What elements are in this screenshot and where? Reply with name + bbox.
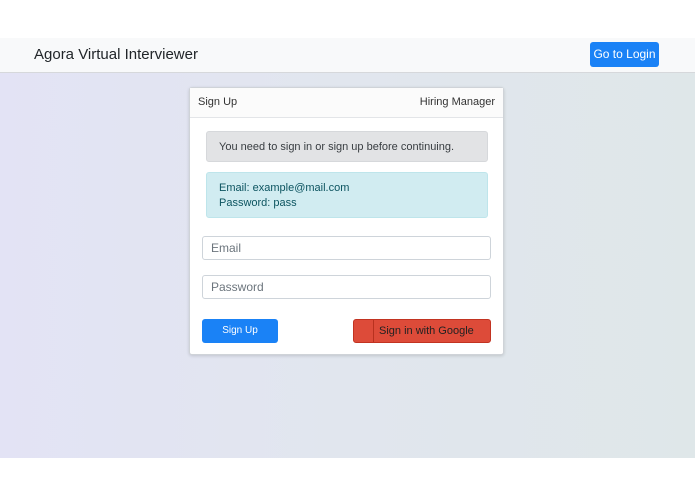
card-header-title: Sign Up — [198, 96, 238, 108]
google-sign-in-button[interactable]: Sign in with Google — [353, 319, 491, 343]
role-label: Hiring Manager — [419, 96, 495, 108]
demo-email-text: Email: example@mail.com — [219, 182, 350, 194]
demo-password-text: Password: pass — [219, 197, 297, 209]
brand-title: Agora Virtual Interviewer — [34, 46, 198, 63]
navbar: Agora Virtual Interviewer Go to Login — [0, 38, 695, 73]
google-icon — [354, 320, 374, 342]
signin-required-alert: You need to sign in or sign up before co… — [206, 131, 488, 162]
demo-credentials-alert: Email: example@mail.com Password: pass — [206, 172, 488, 218]
card-header: Sign Up Hiring Manager — [190, 88, 503, 118]
google-sign-in-label: Sign in with Google — [379, 325, 474, 337]
password-input[interactable] — [202, 275, 491, 299]
sign-up-button[interactable]: Sign Up — [202, 319, 278, 343]
page-background: Sign Up Hiring Manager You need to sign … — [0, 73, 695, 458]
signup-card: Sign Up Hiring Manager You need to sign … — [189, 87, 504, 355]
email-input[interactable] — [202, 236, 491, 260]
top-margin — [0, 0, 695, 38]
bottom-margin — [0, 458, 695, 494]
go-to-login-button[interactable]: Go to Login — [590, 42, 659, 67]
